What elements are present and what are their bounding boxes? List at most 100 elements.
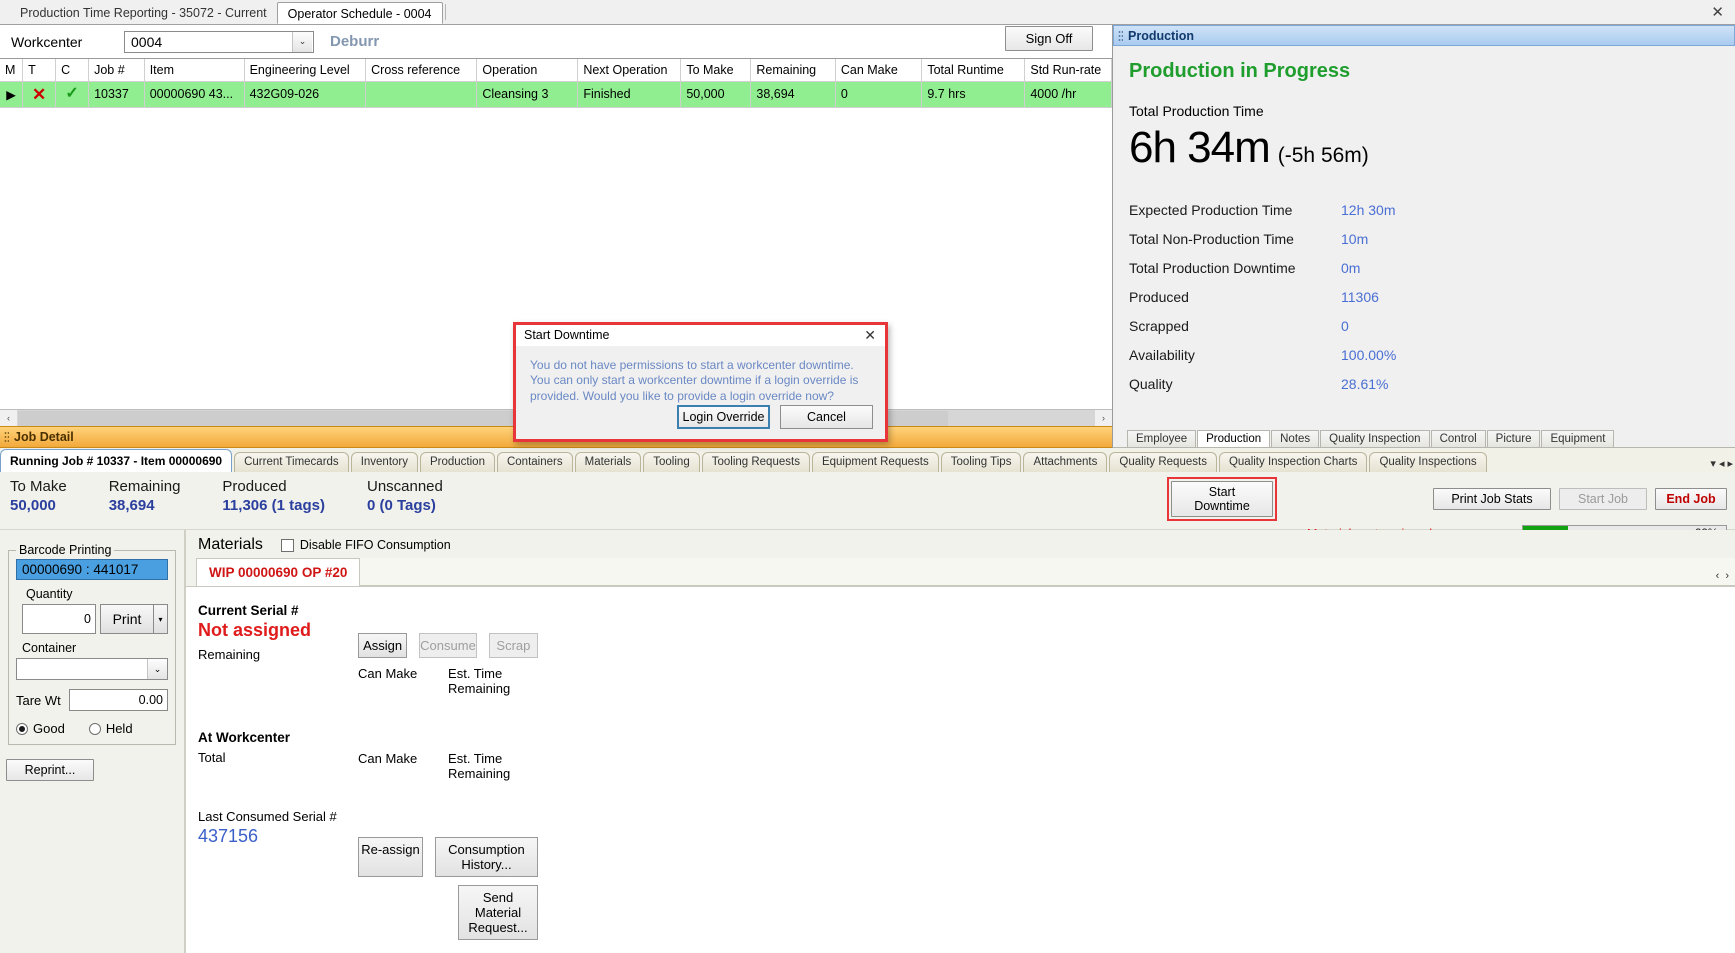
scrap-button[interactable]: Scrap — [488, 633, 538, 658]
disable-fifo-checkbox[interactable]: Disable FIFO Consumption — [280, 538, 451, 552]
current-serial-label: Current Serial # — [198, 603, 299, 618]
metric-label: Expected Production Time — [1129, 201, 1293, 218]
tab-control[interactable]: Control — [1430, 430, 1486, 447]
consumption-history-button[interactable]: Consumption History... — [434, 837, 538, 877]
col-c[interactable]: C — [55, 59, 90, 82]
production-panel-title: Production — [1113, 25, 1735, 46]
tab-quality-inspection[interactable]: Quality Inspection — [1320, 430, 1430, 447]
stat-label: To Make — [10, 478, 67, 495]
close-icon[interactable]: ✕ — [859, 327, 881, 344]
quantity-input[interactable]: 0 — [22, 604, 96, 634]
start-downtime-highlight: Start Downtime — [1167, 477, 1277, 521]
chevron-down-icon[interactable]: ▾ — [1710, 457, 1716, 470]
radio-held[interactable]: Held — [88, 721, 133, 736]
tab-running-job[interactable]: Running Job # 10337 - Item 00000690 — [0, 449, 233, 472]
tab-materials[interactable]: Materials — [574, 452, 642, 472]
lower-content: Barcode Printing 00000690 : 441017 Quant… — [0, 530, 1735, 953]
col-job[interactable]: Job # — [88, 59, 145, 82]
start-downtime-dialog: Start Downtime ✕ You do not have permiss… — [513, 322, 888, 442]
assign-button[interactable]: Assign — [358, 633, 408, 658]
tab-tooling-tips[interactable]: Tooling Tips — [940, 452, 1022, 472]
re-assign-button[interactable]: Re-assign — [358, 837, 423, 877]
radio-good[interactable]: Good — [16, 721, 65, 736]
tab-tooling-requests[interactable]: Tooling Requests — [701, 452, 810, 472]
cell-cross-reference — [365, 81, 478, 108]
tab-quality-inspections[interactable]: Quality Inspections — [1369, 452, 1487, 472]
tab-tooling[interactable]: Tooling — [643, 452, 700, 472]
tab-equipment[interactable]: Equipment — [1541, 430, 1615, 447]
chevron-right-icon[interactable]: ▸ — [1727, 457, 1733, 470]
container-select[interactable]: ⌄ — [16, 658, 168, 680]
cell-operation: Cleansing 3 — [476, 81, 579, 108]
job-detail-title: Job Detail — [14, 430, 74, 444]
job-detail-tab-strip: Running Job # 10337 - Item 00000690 Curr… — [0, 448, 1735, 472]
col-item[interactable]: Item — [144, 59, 245, 82]
tab-current-timecards[interactable]: Current Timecards — [234, 452, 349, 472]
tab-wip-operation[interactable]: WIP 00000690 OP #20 — [196, 558, 361, 586]
chevron-left-icon[interactable]: ◂ — [1719, 457, 1725, 470]
reprint-button[interactable]: Reprint... — [6, 759, 94, 781]
col-next-operation[interactable]: Next Operation — [577, 59, 682, 82]
tab-quality-inspection-charts[interactable]: Quality Inspection Charts — [1218, 452, 1368, 472]
tab-notes[interactable]: Notes — [1271, 430, 1320, 447]
send-material-request-button[interactable]: Send Material Request... — [458, 885, 538, 940]
consumption-buttons: Re-assign Consumption History... — [358, 837, 538, 877]
start-downtime-button[interactable]: Start Downtime — [1171, 481, 1273, 517]
col-engineering-level[interactable]: Engineering Level — [244, 59, 367, 82]
stat-produced: Produced 11,306 (1 tags) — [222, 478, 325, 525]
row-selector[interactable]: ▶ — [0, 81, 24, 108]
scroll-right-icon[interactable]: › — [1095, 409, 1112, 427]
print-job-stats-button[interactable]: Print Job Stats — [1433, 488, 1551, 510]
stat-remaining: Remaining 38,694 — [109, 478, 181, 525]
materials-header: Materials Disable FIFO Consumption — [186, 530, 1735, 558]
window-tab-production-time-reporting[interactable]: Production Time Reporting - 35072 - Curr… — [10, 2, 277, 24]
tab-inventory[interactable]: Inventory — [350, 452, 418, 472]
col-remaining[interactable]: Remaining — [750, 59, 836, 82]
print-button[interactable]: Print — [100, 604, 154, 634]
metric-row: Total Non-Production Time 10m — [1129, 224, 1735, 253]
cancel-button[interactable]: Cancel — [780, 405, 873, 429]
workcenter-select[interactable]: 0004 ⌄ — [124, 30, 314, 53]
cell-can-make: 0 — [835, 81, 923, 108]
scroll-left-icon[interactable]: ‹ — [0, 409, 17, 427]
col-operation[interactable]: Operation — [476, 59, 579, 82]
tab-quality-requests[interactable]: Quality Requests — [1109, 452, 1217, 472]
checkbox-icon — [280, 538, 294, 552]
chevron-left-icon[interactable]: ‹ — [1716, 570, 1720, 582]
col-cross-reference[interactable]: Cross reference — [365, 59, 478, 82]
last-consumed-section: Last Consumed Serial # 437156 Re-assign … — [198, 809, 1735, 940]
login-override-button[interactable]: Login Override — [677, 405, 770, 429]
tab-attachments[interactable]: Attachments — [1023, 452, 1108, 472]
consume-button[interactable]: Consume — [419, 633, 477, 658]
print-dropdown-icon[interactable]: ▾ — [154, 604, 168, 634]
tab-picture[interactable]: Picture — [1486, 430, 1541, 447]
cell-to-make: 50,000 — [680, 81, 752, 108]
col-total-runtime[interactable]: Total Runtime — [921, 59, 1026, 82]
window-tab-operator-schedule[interactable]: Operator Schedule - 0004 — [276, 2, 443, 24]
tab-production[interactable]: Production — [420, 452, 495, 472]
sign-off-button[interactable]: Sign Off — [1005, 26, 1093, 51]
col-std-run-rate[interactable]: Std Run-rate — [1024, 59, 1112, 82]
tab-production[interactable]: Production — [1197, 430, 1271, 447]
tab-containers[interactable]: Containers — [496, 452, 573, 472]
end-job-button[interactable]: End Job — [1655, 488, 1727, 510]
stat-to-make: To Make 50,000 — [10, 478, 67, 525]
tab-employee[interactable]: Employee — [1127, 430, 1197, 447]
col-to-make[interactable]: To Make — [680, 59, 752, 82]
col-m[interactable]: M — [0, 59, 24, 82]
table-row[interactable]: ▶ ✕ ✓ 10337 00000690 43... 432G09-026 Cl… — [0, 81, 1112, 108]
chevron-right-icon[interactable]: › — [1725, 570, 1729, 582]
job-stats-strip: To Make 50,000 Remaining 38,694 Produced… — [0, 472, 1735, 542]
start-job-button[interactable]: Start Job — [1559, 488, 1647, 510]
close-icon[interactable]: ✕ — [1706, 3, 1729, 21]
tare-weight-input[interactable]: 0.00 — [68, 689, 168, 711]
production-panel-tabs: Employee Production Notes Quality Inspec… — [1113, 427, 1735, 448]
col-can-make[interactable]: Can Make — [835, 59, 923, 82]
last-consumed-serial-value: 437156 — [198, 826, 259, 846]
chevron-down-icon[interactable]: ⌄ — [147, 659, 167, 679]
tab-equipment-requests[interactable]: Equipment Requests — [811, 452, 939, 472]
chevron-down-icon[interactable]: ⌄ — [292, 31, 312, 52]
tab-separator — [444, 4, 446, 20]
metric-label: Total Production Downtime — [1129, 259, 1296, 276]
col-t[interactable]: T — [22, 59, 57, 82]
